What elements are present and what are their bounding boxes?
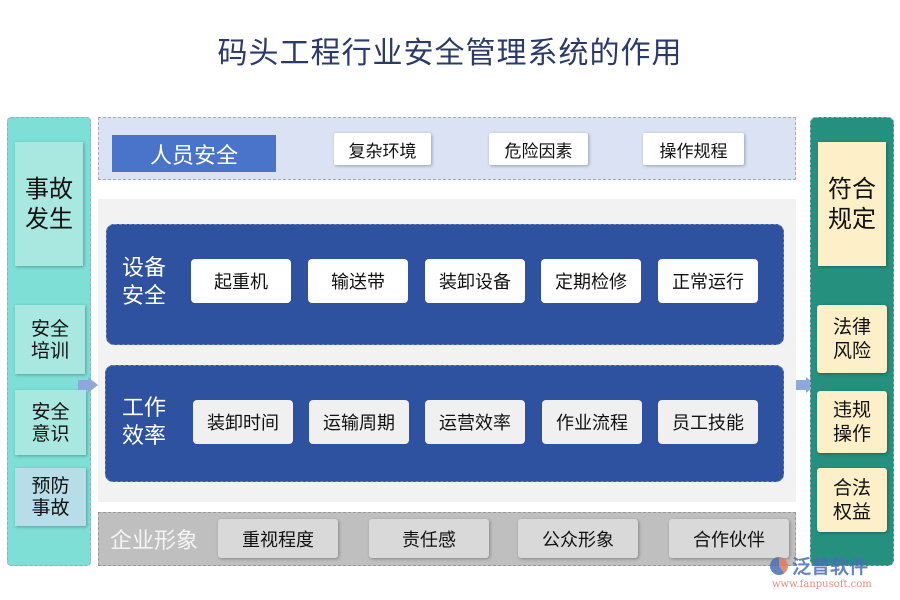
equipment-label: 设备安全 xyxy=(122,255,170,311)
efficiency-item: 作业流程 xyxy=(542,400,642,444)
left-item-training: 安全培训 xyxy=(15,305,85,374)
equipment-item: 起重机 xyxy=(191,259,291,303)
equipment-item: 正常运行 xyxy=(658,259,758,303)
right-item-compliance: 符合规定 xyxy=(818,142,886,266)
right-item-rights: 合法权益 xyxy=(817,468,887,532)
watermark-brand: 泛普软件 xyxy=(792,552,868,579)
efficiency-item: 装卸时间 xyxy=(193,400,293,444)
image-item: 公众形象 xyxy=(518,519,638,558)
left-item-prevention: 预防事故 xyxy=(15,468,86,526)
efficiency-item: 运输周期 xyxy=(309,400,409,444)
watermark-url: www.fanpusoft.com xyxy=(772,579,895,590)
equipment-item: 定期检修 xyxy=(541,259,641,303)
left-item-awareness: 安全意识 xyxy=(15,390,86,455)
personnel-item: 危险因素 xyxy=(489,133,588,165)
page-title: 码头工程行业安全管理系统的作用 xyxy=(0,28,900,72)
image-item: 重视程度 xyxy=(218,519,338,558)
efficiency-item: 员工技能 xyxy=(658,400,758,444)
left-item-accident: 事故发生 xyxy=(15,142,83,266)
personnel-item: 复杂环境 xyxy=(334,133,431,165)
efficiency-label: 工作效率 xyxy=(122,395,170,451)
equipment-item: 装卸设备 xyxy=(425,259,525,303)
right-item-violation: 违规操作 xyxy=(817,391,887,453)
equipment-item: 输送带 xyxy=(308,259,408,303)
personnel-item: 操作规程 xyxy=(643,133,744,165)
watermark-logo: 泛普软件 www.fanpusoft.com xyxy=(770,552,895,590)
arrow-right-icon xyxy=(78,377,98,393)
image-item: 责任感 xyxy=(369,519,489,558)
logo-icon xyxy=(770,557,788,575)
personnel-label: 人员安全 xyxy=(112,135,276,172)
right-item-legal-risk: 法律风险 xyxy=(817,305,887,373)
efficiency-item: 运营效率 xyxy=(425,400,525,444)
image-label: 企业形象 xyxy=(110,523,198,555)
